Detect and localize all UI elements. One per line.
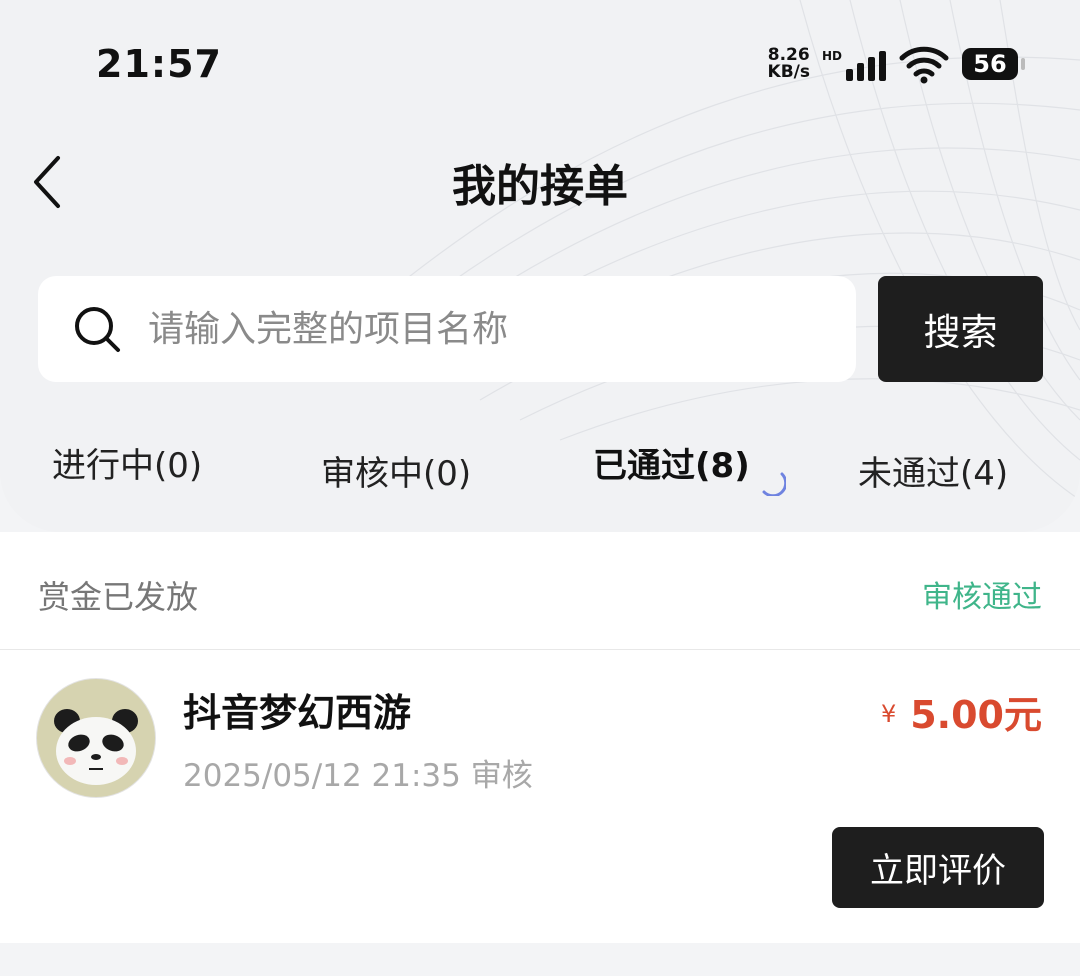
search-button[interactable]: 搜索 (878, 276, 1043, 382)
panda-icon (54, 709, 138, 785)
search-bar[interactable] (38, 276, 856, 382)
hd-label: HD (821, 49, 842, 63)
tab-rejected[interactable]: 未通过(4) (858, 446, 1008, 495)
status-tabs: 进行中(0) 审核中(0) 已通过(8) 未通过(4) (0, 438, 1080, 498)
payout-status: 赏金已发放 (38, 578, 199, 616)
search-input[interactable] (146, 307, 790, 351)
battery-icon: 56 (962, 48, 1025, 80)
review-now-button[interactable]: 立即评价 (832, 827, 1044, 908)
network-speed: 8.26 KB/s (767, 45, 810, 82)
loading-spinner-icon (762, 472, 786, 496)
header-area: 21:57 8.26 KB/s HD 56 我的接单 搜索 (0, 0, 1080, 532)
tab-reviewing[interactable]: 审核中(0) (321, 446, 471, 495)
currency-symbol: ¥ (880, 700, 897, 728)
tab-approved[interactable]: 已通过(8) (593, 438, 750, 487)
signal-icon: HD (822, 47, 886, 81)
status-time: 21:57 (96, 42, 222, 86)
order-card[interactable]: 抖音梦幻西游 2025/05/12 21:35 审核 ¥5.00元 立即评价 (0, 650, 1080, 943)
tab-in-progress[interactable]: 进行中(0) (52, 438, 202, 487)
amount-value: 5.00元 (910, 693, 1042, 737)
list-bottom-spacer (0, 943, 1080, 976)
review-time: 2025/05/12 21:35 审核 (183, 758, 533, 794)
wifi-icon (899, 46, 949, 84)
order-status-header: 赏金已发放 审核通过 (0, 532, 1080, 650)
status-indicators: 8.26 KB/s HD 56 (767, 44, 1025, 84)
reward-amount: ¥5.00元 (881, 684, 1042, 739)
review-status: 审核通过 (922, 580, 1042, 615)
search-icon (75, 307, 120, 352)
project-name: 抖音梦幻西游 (183, 691, 412, 735)
page-title: 我的接单 (452, 161, 628, 212)
panda-avatar (36, 678, 156, 798)
